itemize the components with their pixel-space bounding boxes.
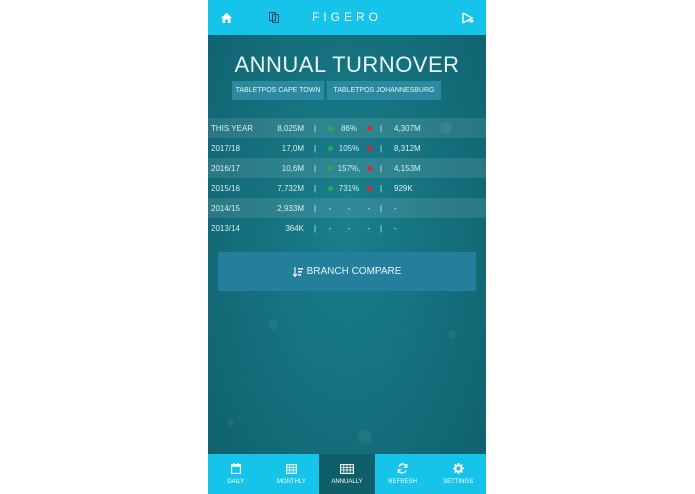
tab-cape-town[interactable]: TABLETPOS CAPE TOWN [232,81,324,100]
nav-annually[interactable]: ANNUALLY [319,454,375,494]
trend-down-indicator [364,145,374,151]
nav-monthly-label: MONTHLY [276,479,306,485]
percent-cell: 157%, [337,163,361,173]
nav-settings-label: SETTINGS [443,479,474,485]
bokeh-decoration [228,420,234,426]
separator: | [313,143,317,153]
dash-cell: - [367,203,371,213]
branch-amount-cell: 8,312M [394,143,421,153]
separator: | [313,123,317,133]
separator: | [313,163,317,173]
nav-settings[interactable]: SETTINGS [430,454,486,494]
dash-cell: - [367,223,371,233]
amount-cell: 2,933M [277,203,304,213]
trend-up-indicator [326,185,334,191]
nav-daily[interactable]: DAILY [208,454,264,494]
refresh-icon [397,463,408,474]
year-cell: 2014/15 [211,203,240,213]
branch-amount-cell: - [394,223,397,233]
brand-logo: FIGERO [311,10,382,24]
trend-down-indicator [364,165,374,171]
trend-up-indicator [326,165,334,171]
dash-cell: - [328,223,332,233]
location-tabs: TABLETPOS CAPE TOWN TABLETPOS JOHANNESBU… [232,81,441,100]
nav-monthly[interactable]: MONTHLY [264,454,320,494]
amount-cell: 364K [285,223,304,233]
nav-daily-label: DAILY [227,479,245,485]
nav-refresh-label: REFRESH [388,479,417,485]
page-title: ANNUAL TURNOVER [234,52,460,77]
separator: | [379,143,383,153]
separator: | [313,223,317,233]
branch-compare-label: BRANCH COMPARE [306,266,402,277]
branch-amount-cell: 4,153M [394,163,421,173]
amount-cell: 17,0M [281,143,304,153]
separator: | [379,163,383,173]
phone-screen: FIGERO ANNUAL TURNOVER TABLETPOS CAPE TO… [208,0,486,494]
trend-down-indicator [364,125,374,131]
year-cell: 2017/18 [211,143,240,153]
bottom-navigation: DAILY MONTHLY ANNUALLY REFRESH SETTINGS [208,454,486,494]
amount-cell: 7,732M [277,183,304,193]
tab-johannesburg[interactable]: TABLETPOS JOHANNESBURG [327,81,441,100]
trend-down-indicator [364,185,374,191]
year-cell: THIS YEAR [211,123,254,133]
top-bar: FIGERO [208,0,486,35]
branch-amount-cell: - [394,203,397,213]
trend-up-indicator [326,125,334,131]
nav-refresh[interactable]: REFRESH [375,454,431,494]
branch-amount-cell: 929K [394,183,413,193]
year-cell: 2016/17 [211,163,240,173]
separator: | [379,223,383,233]
bokeh-decoration [448,330,456,338]
separator: | [313,203,317,213]
calendar-day-icon [230,463,241,474]
trend-up-indicator [326,145,334,151]
separator: | [313,183,317,193]
calendar-year-icon [340,464,354,474]
percent-cell: 86% [340,123,357,133]
gear-icon [452,463,464,474]
year-cell: 2013/14 [211,223,240,233]
sort-icon [292,266,303,277]
table-row: THIS YEAR 8,025M | 86% | 4,307M [208,118,486,138]
percent-cell: - [347,223,351,233]
amount-cell: 10,6M [281,163,304,173]
table-row: 2015/16 7,732M | 731% | 929K [208,178,486,198]
branch-compare-button[interactable]: BRANCH COMPARE [218,252,476,291]
table-row: 2016/17 10,6M | 157%, | 4,153M [208,158,486,178]
separator: | [379,183,383,193]
calendar-month-icon [285,464,297,474]
branch-amount-cell: 4,307M [394,123,421,133]
year-cell: 2015/16 [211,183,240,193]
percent-cell: 731% [338,183,360,193]
percent-cell: - [347,203,351,213]
separator: | [379,123,383,133]
turnover-table: THIS YEAR 8,025M | 86% | 4,307M 2017/18 … [208,118,486,238]
table-row: 2014/15 2,933M | - - - | - [208,198,486,218]
separator: | [379,203,383,213]
amount-cell: 8,025M [277,123,304,133]
bokeh-decoration [268,320,278,330]
bokeh-decoration [358,430,372,444]
table-row: 2017/18 17,0M | 105% | 8,312M [208,138,486,158]
percent-cell: 105% [338,143,360,153]
dash-cell: - [328,203,332,213]
table-row: 2013/14 364K | - - - | - [208,218,486,238]
nav-annually-label: ANNUALLY [331,479,363,485]
